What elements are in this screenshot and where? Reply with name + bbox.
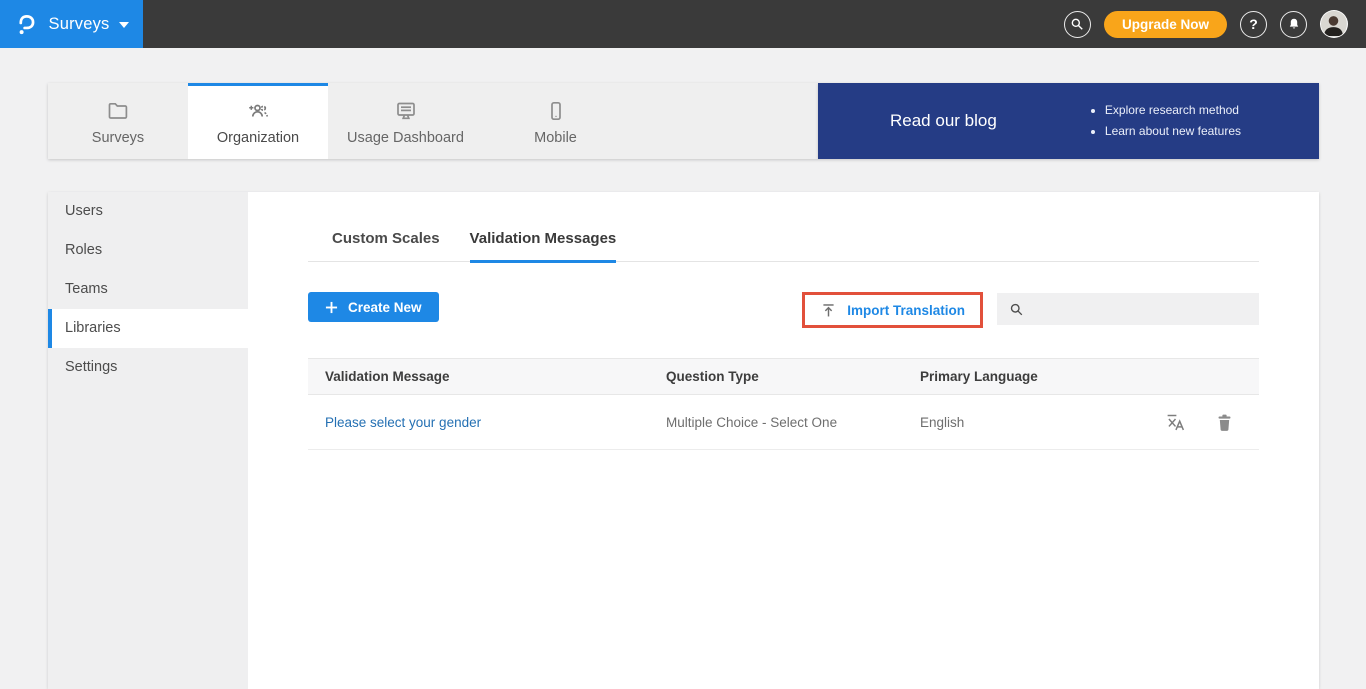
import-translation-highlight: Import Translation	[802, 292, 983, 328]
tab-validation-messages[interactable]: Validation Messages	[470, 230, 617, 263]
nav-tab-surveys[interactable]: Surveys	[48, 83, 188, 159]
nav-tab-label: Mobile	[534, 130, 577, 146]
chevron-down-icon	[119, 22, 129, 28]
import-translation-button[interactable]: Import Translation	[805, 295, 980, 325]
nav-tab-label: Organization	[217, 130, 299, 146]
table-row: Please select your gender Multiple Choic…	[308, 395, 1259, 450]
banner-bullets: Explore research method Learn about new …	[1091, 100, 1241, 142]
banner-bullet: Explore research method	[1105, 100, 1241, 121]
search-icon	[1009, 302, 1024, 317]
help-button[interactable]: ?	[1240, 11, 1267, 38]
plus-icon	[325, 301, 338, 314]
question-mark-icon: ?	[1249, 16, 1258, 32]
questionpro-logo-icon	[14, 12, 39, 37]
nav-tab-organization[interactable]: Organization	[188, 83, 328, 159]
row-actions	[1110, 395, 1259, 450]
nav-row: Surveys Organization	[48, 83, 1319, 159]
delete-icon[interactable]	[1216, 413, 1233, 432]
nav-tab-usage-dashboard[interactable]: Usage Dashboard	[328, 83, 483, 159]
mobile-icon	[544, 99, 568, 123]
toolbar: Create New Import Translation	[308, 292, 1259, 328]
sidebar-item-roles[interactable]: Roles	[48, 231, 248, 270]
main-nav-tabs: Surveys Organization	[48, 83, 818, 159]
upgrade-button[interactable]: Upgrade Now	[1104, 11, 1227, 38]
nav-tab-mobile[interactable]: Mobile	[483, 83, 628, 159]
translate-icon[interactable]	[1165, 412, 1186, 433]
question-type-cell: Multiple Choice - Select One	[666, 395, 920, 450]
search-button[interactable]	[1064, 11, 1091, 38]
banner-title: Read our blog	[890, 111, 997, 131]
avatar[interactable]	[1320, 10, 1348, 38]
nav-tab-label: Usage Dashboard	[347, 130, 464, 146]
header-actions: Upgrade Now ?	[1064, 0, 1366, 48]
upload-icon	[820, 302, 837, 319]
product-label: Surveys	[48, 15, 109, 34]
settings-sidebar: Users Roles Teams Libraries Settings	[48, 192, 248, 689]
col-header-question-type: Question Type	[666, 359, 920, 395]
create-new-label: Create New	[348, 300, 422, 315]
nav-tab-label: Surveys	[92, 130, 144, 146]
col-header-actions	[1110, 359, 1259, 395]
main-card: Users Roles Teams Libraries Settings Cus…	[48, 192, 1319, 689]
top-header: Surveys Upgrade Now ?	[0, 0, 1366, 48]
blog-banner[interactable]: Read our blog Explore research method Le…	[818, 83, 1319, 159]
add-group-icon	[246, 99, 270, 123]
libraries-content: Custom Scales Validation Messages Create…	[248, 192, 1319, 689]
import-translation-label: Import Translation	[847, 303, 965, 318]
create-new-button[interactable]: Create New	[308, 292, 439, 322]
sidebar-item-settings[interactable]: Settings	[48, 348, 248, 387]
search-input[interactable]	[1033, 293, 1259, 325]
col-header-validation-message: Validation Message	[308, 359, 666, 395]
col-header-primary-language: Primary Language	[920, 359, 1110, 395]
banner-bullet: Learn about new features	[1105, 121, 1241, 142]
notifications-button[interactable]	[1280, 11, 1307, 38]
sidebar-item-libraries[interactable]: Libraries	[48, 309, 248, 348]
primary-language-cell: English	[920, 395, 1110, 450]
product-switcher[interactable]: Surveys	[0, 0, 143, 48]
folder-icon	[106, 99, 130, 123]
validation-messages-table: Validation Message Question Type Primary…	[308, 358, 1259, 450]
table-search[interactable]	[997, 293, 1259, 325]
table-header-row: Validation Message Question Type Primary…	[308, 359, 1259, 395]
sidebar-item-teams[interactable]: Teams	[48, 270, 248, 309]
bell-icon	[1287, 17, 1301, 31]
search-icon	[1070, 17, 1084, 31]
tab-custom-scales[interactable]: Custom Scales	[332, 230, 440, 263]
dashboard-icon	[394, 99, 418, 123]
validation-message-link[interactable]: Please select your gender	[325, 415, 481, 430]
library-tabs: Custom Scales Validation Messages	[308, 230, 1259, 262]
sidebar-item-users[interactable]: Users	[48, 192, 248, 231]
